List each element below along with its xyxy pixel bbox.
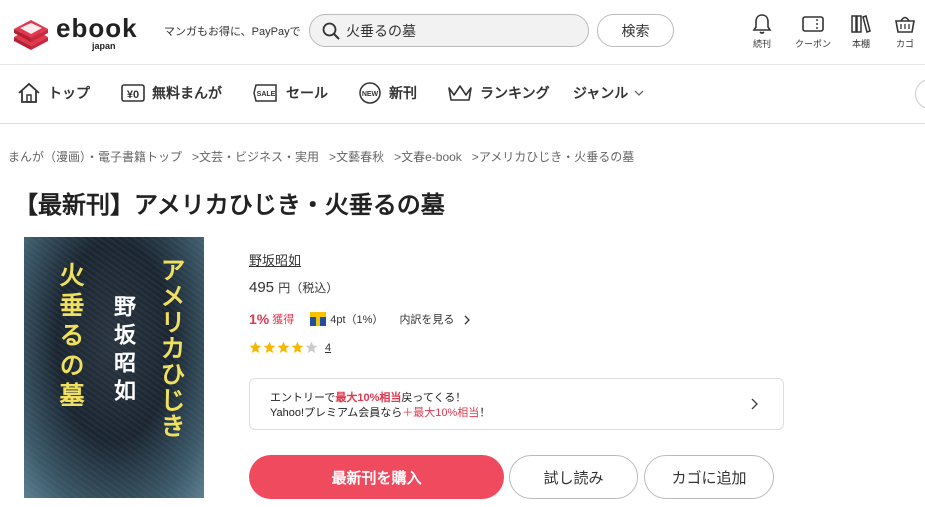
star-icon <box>277 341 290 354</box>
entry-promo-banner[interactable]: エントリーで最大10%相当戻ってくる！ Yahoo!プレミアム会員なら＋最大10… <box>249 378 784 430</box>
search-button[interactable]: 検索 <box>597 14 674 47</box>
promo-text: Yahoo!プレミアム会員なら <box>270 407 403 419</box>
site-header: ebook japan マンガもお得に、PayPayで 検索 続刊 クーポン 本… <box>0 0 925 64</box>
ebook-japan-logo[interactable]: ebook japan <box>12 13 152 53</box>
price-unit: 円（税込） <box>278 281 339 295</box>
logo-subtext: japan <box>92 41 116 51</box>
nav-label-genre: ジャンル <box>573 85 629 101</box>
breadcrumb-separator: > <box>192 150 200 164</box>
star-empty-icon <box>305 341 318 354</box>
breadcrumb-link-category[interactable]: 文芸・ビジネス・実用 <box>199 150 319 164</box>
nav-item-sale[interactable]: SALE セール <box>252 79 328 107</box>
price-value: 495 <box>249 279 275 296</box>
star-icon <box>249 341 262 354</box>
promo-line-1: エントリーで最大10%相当戻ってくる！ <box>270 389 466 405</box>
promo-text: ！ <box>479 407 491 419</box>
nav-label-top: トップ <box>48 85 90 101</box>
buy-latest-button[interactable]: 最新刊を購入 <box>249 455 504 499</box>
chevron-right-icon <box>464 315 470 325</box>
cart-icon <box>895 16 915 33</box>
free-yen-icon: ¥0 <box>121 84 145 102</box>
cart-label: カゴ <box>895 39 914 49</box>
book-cover[interactable]: アメリカひじき 野坂昭如 火垂るの墓 <box>24 237 204 498</box>
search-input[interactable] <box>346 19 576 43</box>
trial-read-button[interactable]: 試し読み <box>509 455 638 499</box>
bookshelf-label: 本棚 <box>851 39 870 49</box>
star-icon <box>291 341 304 354</box>
product-title: 【最新刊】アメリカひじき・火垂るの墓 <box>14 192 445 219</box>
sale-icon: SALE <box>253 84 277 102</box>
nav-item-free[interactable]: ¥0 無料まんが <box>120 79 222 107</box>
coupon-icon <box>802 16 824 32</box>
cover-main-title: 火垂るの墓 <box>56 262 85 412</box>
breadcrumb-current: アメリカひじき・火垂るの墓 <box>478 150 635 164</box>
points-row: 1% 獲得 4pt（1%） 内訳を見る <box>249 311 472 327</box>
logo-book-stack-icon <box>14 20 48 50</box>
nav-label-ranking: ランキング <box>480 85 550 101</box>
svg-text:¥0: ¥0 <box>127 89 139 101</box>
coupon-label: クーポン <box>794 39 831 49</box>
rating-stars: 4 <box>249 341 331 354</box>
breadcrumb-separator: > <box>329 150 337 164</box>
author-link[interactable]: 野坂昭如 <box>249 250 301 269</box>
tpoint-value: 4pt（1%） <box>330 314 384 326</box>
price: 495 円（税込） <box>249 279 338 296</box>
main-nav: トップ ¥0 無料まんが SALE セール NEW 新刊 ランキング ジャンル <box>0 64 925 124</box>
breadcrumb-separator: > <box>471 150 479 164</box>
points-detail-label: 内訳を見る <box>399 314 455 326</box>
star-icon <box>263 341 276 354</box>
breadcrumb-link-publisher[interactable]: 文藝春秋 <box>336 150 384 164</box>
points-detail-link[interactable]: 内訳を見る <box>399 311 471 327</box>
promo-line-2: Yahoo!プレミアム会員なら＋最大10%相当！ <box>270 404 490 420</box>
promo-highlight: 最大10%相当 <box>335 392 402 404</box>
nav-label-sale: セール <box>286 85 328 101</box>
svg-text:SALE: SALE <box>257 91 276 98</box>
header-link-bookshelf[interactable]: 本棚 <box>836 13 886 55</box>
chevron-down-icon <box>634 90 644 96</box>
points-earn-label: 獲得 <box>272 314 295 326</box>
header-link-coupon[interactable]: クーポン <box>788 13 838 55</box>
chevron-right-icon <box>751 398 758 410</box>
nav-item-genre[interactable]: ジャンル <box>573 79 646 107</box>
nav-scroll-button[interactable] <box>915 79 925 109</box>
new-icon: NEW <box>359 82 381 104</box>
tpoint-icon <box>310 312 327 326</box>
breadcrumb: まんが（漫画）・電子書籍トップ >文芸・ビジネス・実用 >文藝春秋 >文春e-book… <box>8 148 634 165</box>
breadcrumb-link-top[interactable]: まんが（漫画）・電子書籍トップ <box>8 150 182 164</box>
add-to-cart-button[interactable]: カゴに追加 <box>644 455 774 499</box>
nav-item-top[interactable]: トップ <box>16 79 90 107</box>
cover-subtitle: アメリカひじき <box>157 257 186 439</box>
header-link-bell[interactable]: 続刊 <box>737 13 787 55</box>
home-icon <box>18 82 40 103</box>
search-icon <box>322 22 340 40</box>
nav-label-new: 新刊 <box>389 85 417 101</box>
promo-text: エントリーで <box>270 392 336 404</box>
review-count-link[interactable]: 4 <box>325 342 331 354</box>
header-link-cart[interactable]: カゴ <box>880 13 925 55</box>
breadcrumb-link-label[interactable]: 文春e-book <box>401 150 462 164</box>
nav-label-free: 無料まんが <box>152 85 222 101</box>
search-box[interactable] <box>309 14 589 47</box>
bookshelf-icon <box>851 15 871 33</box>
bell-label: 続刊 <box>752 39 771 49</box>
crown-icon <box>448 85 472 101</box>
promo-highlight: ＋最大10%相当 <box>402 407 480 419</box>
svg-text:NEW: NEW <box>362 91 379 98</box>
cover-author: 野坂昭如 <box>110 295 136 407</box>
promo-text: 戻ってくる！ <box>401 392 467 404</box>
nav-item-ranking[interactable]: ランキング <box>446 79 550 107</box>
logo-wordmark: ebook <box>56 13 138 43</box>
bell-icon <box>752 14 772 34</box>
points-percent: 1% <box>249 311 270 327</box>
header-tagline: マンガもお得に、PayPayで <box>164 26 301 38</box>
nav-item-new[interactable]: NEW 新刊 <box>357 79 417 107</box>
